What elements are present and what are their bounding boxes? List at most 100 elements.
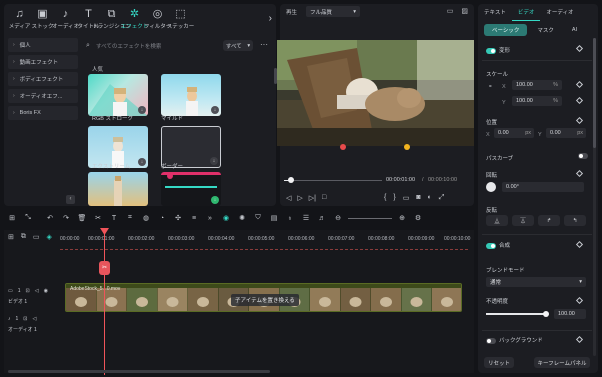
link-icon[interactable]: ⚭: [488, 84, 498, 90]
redo-icon[interactable]: ↷: [58, 214, 74, 222]
magnet-icon[interactable]: ◈: [47, 233, 52, 241]
category-video-effects[interactable]: › 動画エフェクト: [8, 55, 78, 69]
effect-card-5[interactable]: [88, 172, 148, 206]
download-icon[interactable]: ↓: [211, 106, 219, 114]
add-track-icon[interactable]: ⊞: [8, 233, 14, 241]
subtab-mask[interactable]: マスク: [529, 24, 562, 36]
subtab-basic[interactable]: ベーシック: [484, 24, 528, 36]
tool-transition[interactable]: ⧉ トランジション: [92, 4, 131, 34]
pos-x-input[interactable]: 0.00 px: [494, 128, 534, 138]
tab-video[interactable]: ビデオ: [511, 4, 541, 21]
timeline-settings-icon[interactable]: ⚙: [410, 214, 426, 222]
grid-icon[interactable]: ⊞: [4, 214, 20, 222]
text-icon[interactable]: T: [106, 215, 122, 222]
image-icon[interactable]: ▨: [461, 7, 468, 15]
adjust-icon[interactable]: ≡: [186, 215, 202, 222]
zoom-out-icon[interactable]: ⊖: [330, 214, 346, 222]
blend-mode-dropdown[interactable]: 通常 ▾: [486, 277, 586, 287]
mute-icon[interactable]: ◁: [32, 316, 36, 322]
search-input[interactable]: ⌕ すべてのエフェクトを検索: [86, 39, 218, 52]
flip-vertical-button[interactable]: ⏄: [512, 215, 534, 226]
select-icon[interactable]: ⤡: [20, 214, 36, 222]
delete-icon[interactable]: 🗑: [74, 214, 90, 222]
rotate-ccw-button[interactable]: ↰: [564, 215, 586, 226]
transform-toggle[interactable]: [486, 47, 496, 54]
pos-y-input[interactable]: 0.00 px: [546, 128, 586, 138]
tool-filter[interactable]: ◎ フィルター: [144, 4, 171, 34]
snap-icon[interactable]: ▭: [33, 233, 40, 241]
inspector-scrollbar[interactable]: [593, 38, 596, 356]
collapse-sidebar-button[interactable]: ‹: [66, 195, 75, 204]
effect-card-mild[interactable]: ↓: [161, 74, 221, 116]
subtab-ai[interactable]: AI: [564, 24, 585, 36]
volume-icon[interactable]: ◐: [428, 194, 432, 202]
tab-audio[interactable]: オーディオ: [540, 4, 579, 20]
tool-audio[interactable]: ♪ オーディオ: [52, 4, 79, 34]
stop-icon[interactable]: □: [322, 194, 326, 202]
download-icon[interactable]: ↓: [138, 106, 146, 114]
fit-icon[interactable]: »: [202, 215, 218, 222]
crop-icon[interactable]: ⌗: [122, 214, 138, 222]
step-back-icon[interactable]: ◁: [286, 194, 291, 202]
audio-track-icon[interactable]: ♬: [314, 215, 330, 222]
scale-x-input[interactable]: 100.00%: [512, 80, 562, 90]
fullscreen-icon[interactable]: ⤢: [439, 194, 445, 202]
scale-y-input[interactable]: 100.00%: [512, 96, 562, 106]
tool-stock[interactable]: ▣ ストック: [31, 4, 54, 34]
quality-dropdown[interactable]: フル品質 ▾: [306, 6, 360, 17]
background-toggle[interactable]: [486, 337, 496, 344]
link-track-icon[interactable]: ⧉: [21, 233, 26, 241]
zoom-in-icon[interactable]: ⊕: [394, 214, 410, 222]
effect-card-6[interactable]: ↓: [161, 172, 221, 206]
effects-icon[interactable]: ✣: [170, 214, 186, 222]
shield-icon[interactable]: ⛉: [250, 214, 266, 222]
category-personal[interactable]: › 個人: [8, 38, 78, 52]
keyframe-icon[interactable]: [575, 96, 584, 105]
tool-sticker[interactable]: ⬚ ステッカー: [167, 4, 195, 34]
mute-icon[interactable]: ◁: [35, 288, 39, 294]
tool-media[interactable]: ♫ メディア: [8, 4, 31, 34]
flip-horizontal-button[interactable]: ⏅: [486, 215, 508, 226]
render-icon[interactable]: ◉: [218, 214, 234, 222]
speed-icon[interactable]: ◔: [154, 215, 170, 222]
layers-icon[interactable]: ▤: [266, 214, 282, 222]
playback-progress[interactable]: [284, 177, 382, 183]
lock-icon[interactable]: ⊡: [23, 316, 27, 322]
lock-icon[interactable]: ⊡: [26, 288, 30, 294]
mark-in-icon[interactable]: {: [384, 194, 386, 202]
opacity-input[interactable]: 100.00: [554, 309, 586, 319]
scissors-icon[interactable]: ✂: [99, 261, 110, 275]
color-icon[interactable]: ◍: [138, 214, 154, 222]
category-body-effects[interactable]: › ボディエフェクト: [8, 72, 78, 86]
rotate-dial[interactable]: [486, 182, 496, 192]
category-boris-fx[interactable]: › Boris FX: [8, 106, 78, 120]
step-forward-icon[interactable]: ▷|: [309, 194, 316, 202]
snapshot-icon[interactable]: ▭: [447, 7, 454, 15]
path-curve-toggle[interactable]: [578, 153, 588, 159]
list-icon[interactable]: ☰: [298, 214, 314, 222]
effect-card-rgb-stroke[interactable]: ↓: [88, 74, 148, 116]
zoom-slider[interactable]: [348, 217, 392, 219]
video-clip[interactable]: AdobeStock_5...0.mov 子アイテムを置き換える: [65, 283, 462, 312]
monitor-icon[interactable]: ▭: [403, 194, 410, 202]
opacity-slider[interactable]: [486, 311, 549, 317]
mic-icon[interactable]: ♁: [282, 215, 298, 222]
reset-button[interactable]: リセット: [484, 357, 514, 368]
timeline-scrollbar[interactable]: [8, 370, 270, 373]
rotate-input[interactable]: 0.00°: [502, 182, 584, 192]
undo-icon[interactable]: ↶: [42, 214, 58, 222]
eye-icon[interactable]: ◉: [44, 288, 48, 294]
category-audio-effects[interactable]: › オーディオエフ...: [8, 89, 78, 103]
download-icon[interactable]: ↓: [211, 196, 219, 204]
download-icon[interactable]: ↓: [138, 158, 146, 166]
sun-icon[interactable]: ✺: [234, 214, 250, 222]
download-icon[interactable]: ↓: [210, 157, 218, 165]
tab-text[interactable]: テキスト: [478, 4, 512, 20]
chevron-right-icon[interactable]: ›: [269, 13, 272, 24]
more-icon[interactable]: ···: [260, 40, 268, 49]
rotate-cw-button[interactable]: ↱: [538, 215, 560, 226]
play-icon[interactable]: ▷: [297, 194, 302, 202]
filter-dropdown[interactable]: すべて ▾: [223, 40, 253, 51]
mark-out-icon[interactable]: }: [393, 194, 395, 202]
camera-icon[interactable]: ◙: [416, 194, 420, 202]
